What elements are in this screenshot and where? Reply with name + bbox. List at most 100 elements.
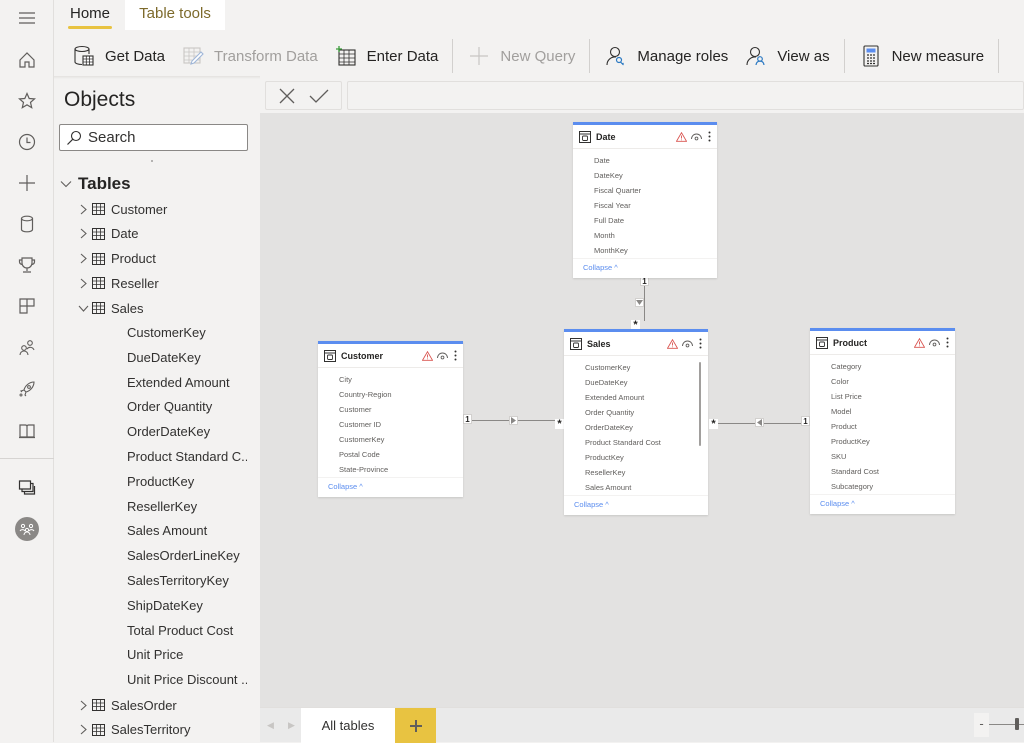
field-item[interactable]: Product Standard C... (127, 446, 247, 468)
chevron-right-icon[interactable] (76, 228, 90, 239)
table-card-date[interactable]: Date Date DateKey Fiscal Quarter Fiscal Year… (573, 122, 717, 278)
table-card-header[interactable]: Sales (564, 332, 708, 356)
apps-icon[interactable] (0, 292, 54, 320)
add-layout-button[interactable] (395, 708, 436, 743)
table-card-field[interactable]: Sales Amount (564, 480, 708, 495)
zoom-out-button[interactable]: - (974, 713, 989, 737)
table-card-field[interactable]: MonthKey (573, 243, 717, 258)
commit-check-icon[interactable] (309, 88, 329, 104)
more-options-icon[interactable] (454, 350, 457, 361)
table-card-field[interactable]: Fiscal Year (573, 198, 717, 213)
table-card-field[interactable]: ProductKey (810, 434, 955, 449)
table-card-field[interactable]: Standard Cost (810, 464, 955, 479)
table-card-field[interactable]: Extended Amount (564, 390, 708, 405)
field-item[interactable]: DueDateKey (127, 347, 247, 369)
tab-scroll-left-icon[interactable]: ◀ (267, 720, 274, 731)
warning-icon[interactable] (667, 338, 678, 349)
visibility-eye-icon[interactable] (691, 133, 702, 141)
manage-roles-button[interactable]: Manage roles (596, 36, 736, 76)
table-card-field[interactable]: Order Quantity (564, 405, 708, 420)
chevron-right-icon[interactable] (76, 700, 90, 711)
field-item[interactable]: SalesOrderLineKey (127, 545, 247, 567)
table-card-field[interactable]: Color (810, 374, 955, 389)
tab-scroll-right-icon[interactable]: ▶ (288, 720, 295, 731)
create-plus-icon[interactable] (0, 169, 54, 197)
field-item[interactable]: ResellerKey (127, 496, 247, 518)
learn-book-icon[interactable] (0, 417, 54, 445)
favorites-star-icon[interactable] (0, 87, 54, 115)
table-card-field[interactable]: City (318, 372, 463, 387)
get-data-button[interactable]: Get Data (64, 36, 173, 76)
workspace-avatar-icon[interactable] (0, 515, 54, 543)
home-icon[interactable] (0, 46, 54, 74)
visibility-eye-icon[interactable] (929, 339, 940, 347)
chevron-right-icon[interactable] (76, 204, 90, 215)
collapse-button[interactable]: Collapse ^ (318, 477, 463, 497)
table-card-field[interactable]: Fiscal Quarter (573, 183, 717, 198)
collapse-button[interactable]: Collapse ^ (810, 494, 955, 514)
cancel-icon[interactable] (278, 87, 296, 105)
view-as-button[interactable]: View as (736, 36, 837, 76)
table-card-field[interactable]: ResellerKey (564, 465, 708, 480)
table-node-date[interactable]: Date (76, 223, 138, 245)
table-card-field[interactable]: Month (573, 228, 717, 243)
field-item[interactable]: Sales Amount (127, 520, 247, 542)
table-card-field[interactable]: CustomerKey (564, 360, 708, 375)
warning-icon[interactable] (914, 337, 925, 348)
chevron-right-icon[interactable] (76, 253, 90, 264)
new-measure-button[interactable]: New measure (851, 36, 993, 76)
table-card-product[interactable]: Product Category Color List Price Model Produ… (810, 328, 955, 514)
more-options-icon[interactable] (946, 337, 949, 348)
field-item[interactable]: SalesTerritoryKey (127, 570, 247, 592)
warning-icon[interactable] (676, 131, 687, 142)
table-node-product[interactable]: Product (76, 248, 156, 270)
deployment-rocket-icon[interactable] (0, 375, 54, 403)
more-options-icon[interactable] (699, 338, 702, 349)
field-item[interactable]: Order Quantity (127, 396, 247, 418)
field-item[interactable]: OrderDateKey (127, 421, 247, 443)
recent-clock-icon[interactable] (0, 128, 54, 156)
table-card-field[interactable]: OrderDateKey (564, 420, 708, 435)
formula-input[interactable] (347, 81, 1024, 110)
table-card-field[interactable]: ProductKey (564, 450, 708, 465)
shared-people-icon[interactable] (0, 334, 54, 362)
warning-icon[interactable] (422, 350, 433, 361)
table-card-field[interactable]: Product (810, 419, 955, 434)
tab-table-tools[interactable]: Table tools (125, 0, 225, 30)
transform-data-button[interactable]: Transform Data (173, 36, 326, 76)
table-node-salesterritory[interactable]: SalesTerritory (76, 719, 190, 741)
model-diagram-canvas[interactable]: 1 * 1 * * 1 Date Date DateKey Fiscal Quarte… (260, 113, 1024, 707)
tables-node[interactable]: Tables (60, 173, 131, 195)
workspaces-icon[interactable] (0, 473, 54, 501)
table-card-field[interactable]: Customer ID (318, 417, 463, 432)
table-card-field[interactable]: CustomerKey (318, 432, 463, 447)
collapse-button[interactable]: Collapse ^ (573, 258, 717, 278)
table-card-field[interactable]: DueDateKey (564, 375, 708, 390)
datasets-icon[interactable] (0, 210, 54, 238)
table-card-header[interactable]: Product (810, 331, 955, 355)
table-card-header[interactable]: Customer (318, 344, 463, 368)
table-node-reseller[interactable]: Reseller (76, 272, 159, 294)
field-item[interactable]: Total Product Cost (127, 620, 247, 642)
table-card-field[interactable]: SKU (810, 449, 955, 464)
goals-trophy-icon[interactable] (0, 251, 54, 279)
chevron-down-icon[interactable] (76, 305, 90, 312)
menu-icon[interactable] (0, 4, 54, 32)
table-node-sales[interactable]: Sales (76, 297, 144, 319)
enter-data-button[interactable]: Enter Data (326, 36, 447, 76)
table-card-field[interactable]: Full Date (573, 213, 717, 228)
table-node-customer[interactable]: Customer (76, 198, 167, 220)
table-card-field[interactable]: Subcategory (810, 479, 955, 494)
table-node-salesorder[interactable]: SalesOrder (76, 694, 177, 716)
table-card-field[interactable]: Postal Code (318, 447, 463, 462)
zoom-slider-thumb[interactable] (1015, 718, 1019, 730)
table-card-field[interactable]: Product Standard Cost (564, 435, 708, 450)
table-card-field[interactable]: Date (573, 153, 717, 168)
collapse-button[interactable]: Collapse ^ (564, 495, 708, 515)
table-card-field[interactable]: Category (810, 359, 955, 374)
tab-home[interactable]: Home (68, 0, 113, 30)
search-box[interactable] (59, 124, 248, 151)
table-card-field[interactable]: List Price (810, 389, 955, 404)
resize-handle[interactable] (151, 160, 153, 162)
visibility-eye-icon[interactable] (437, 352, 448, 360)
